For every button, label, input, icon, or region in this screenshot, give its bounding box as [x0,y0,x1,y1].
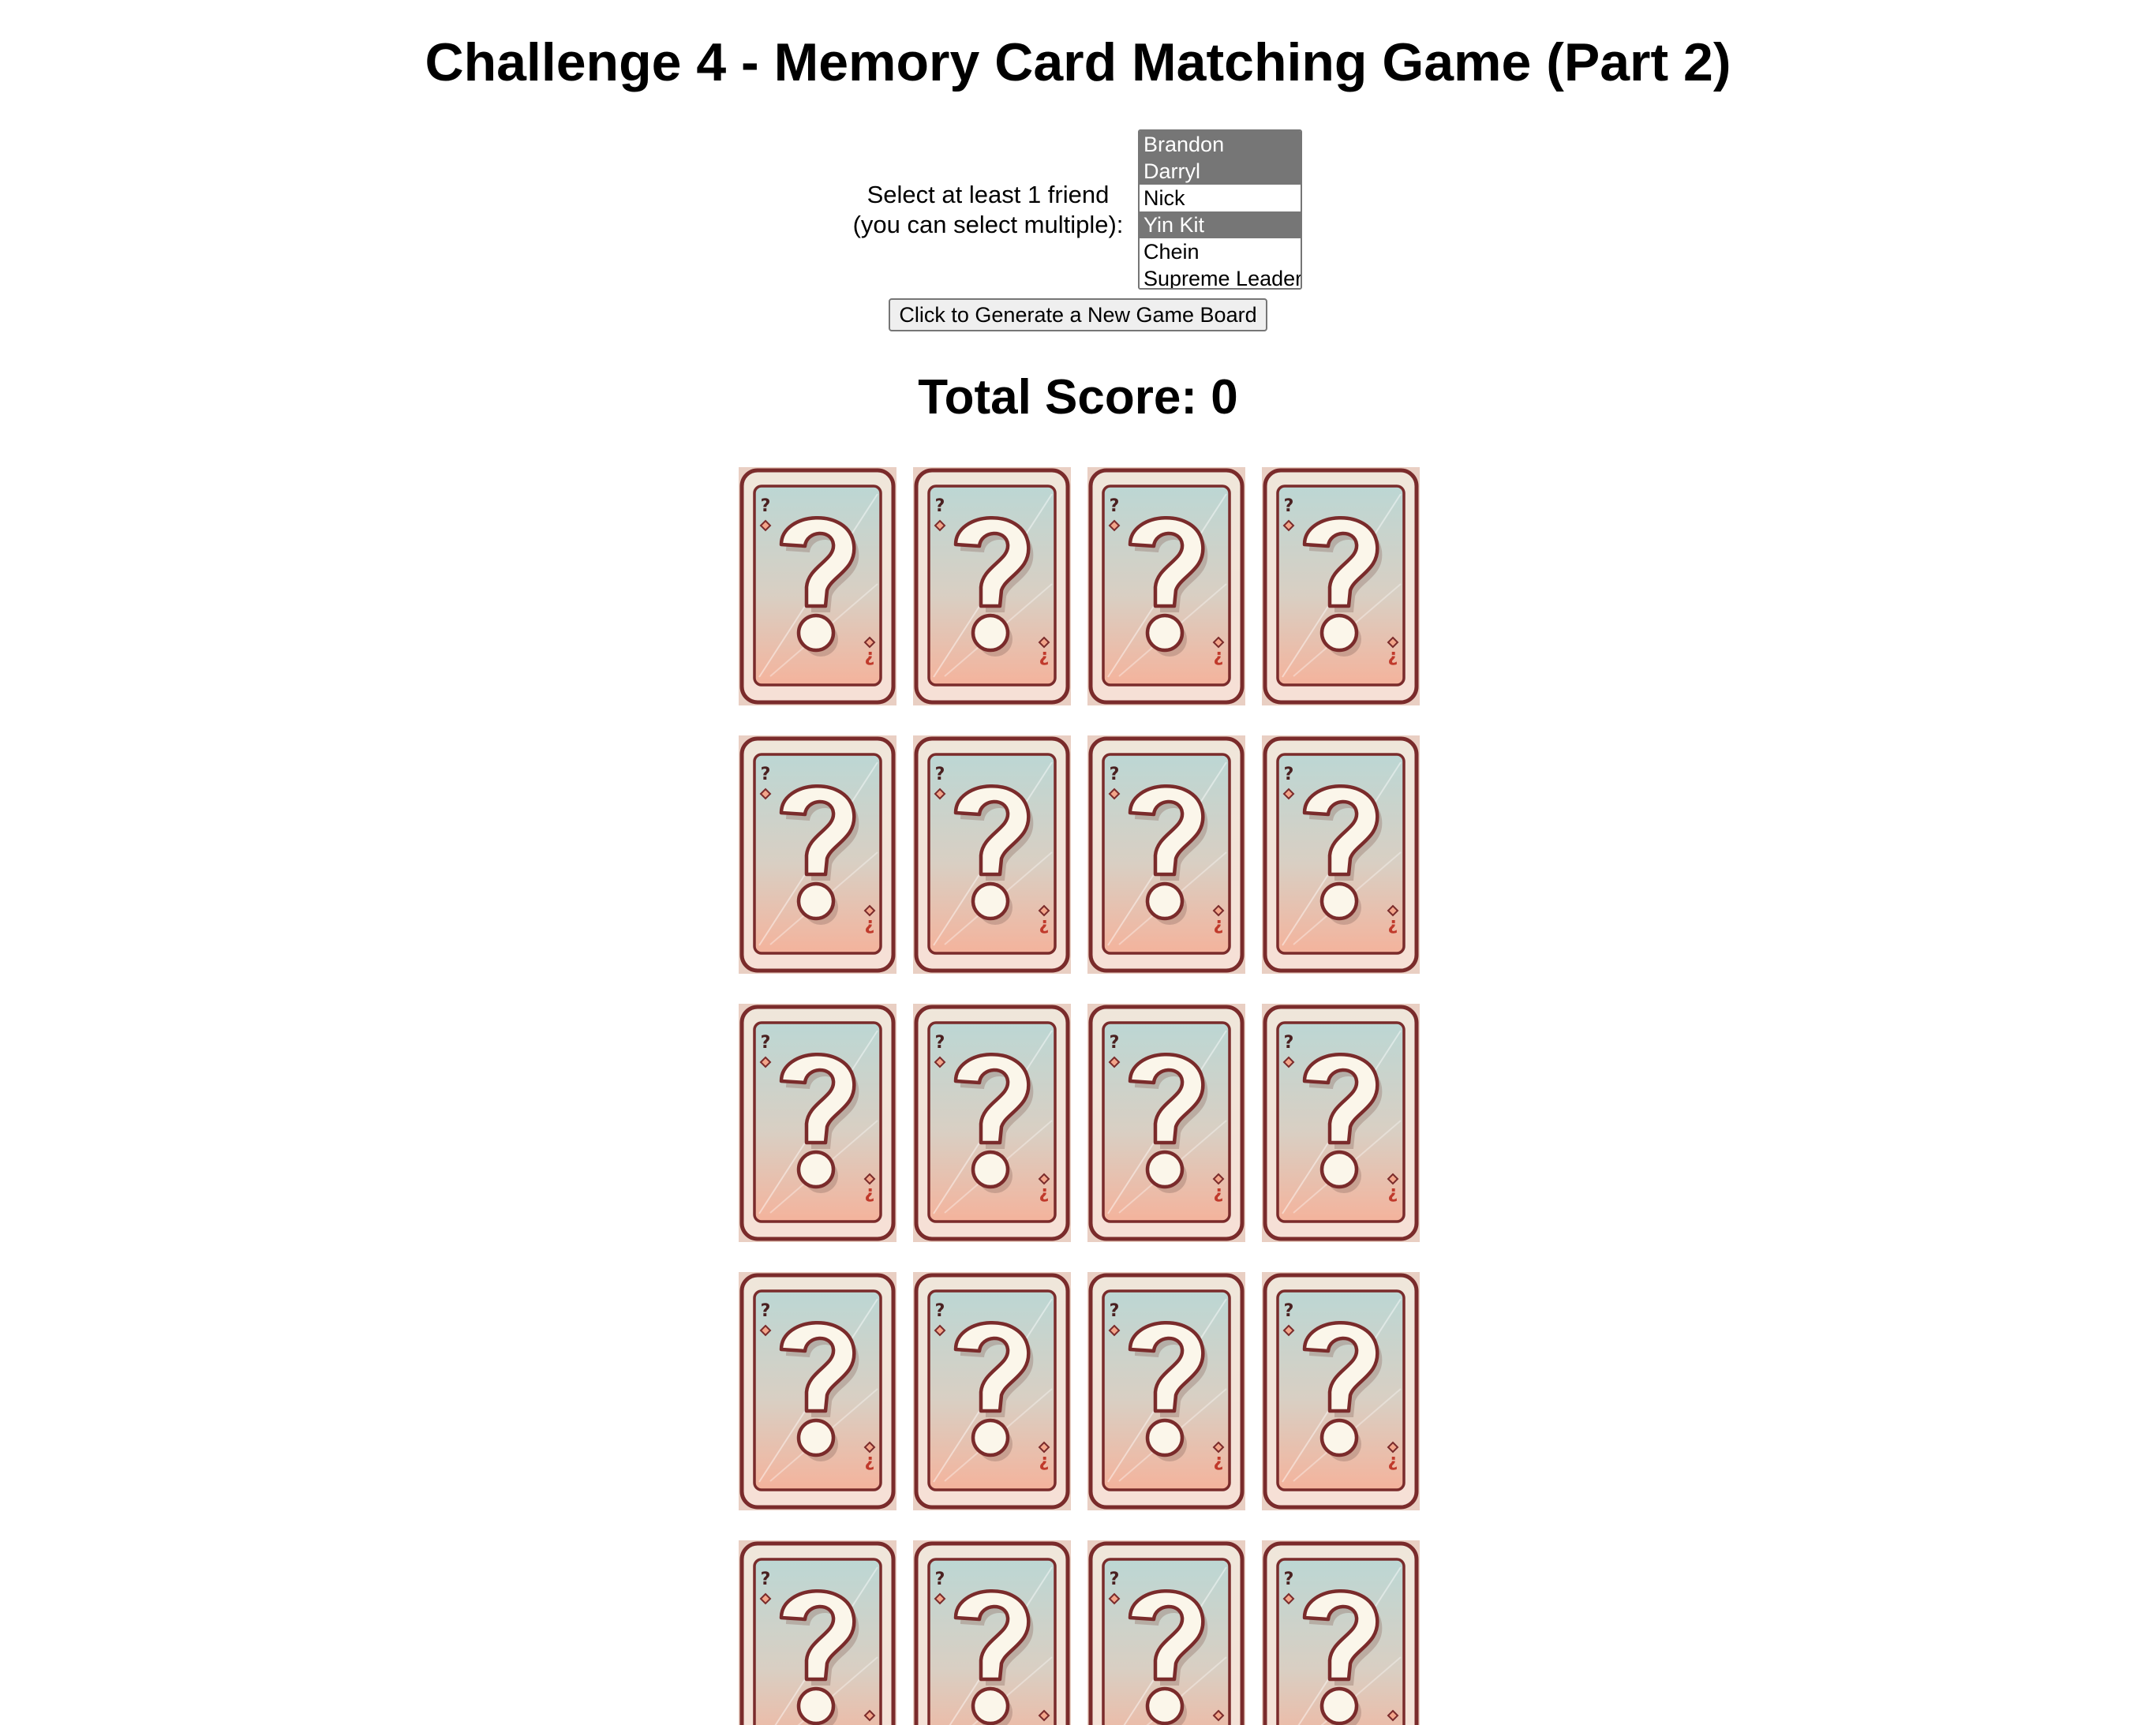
question-mark-card-back-icon [739,1272,896,1510]
question-mark-card-back-icon [1087,1540,1245,1725]
memory-card[interactable] [913,1272,1071,1510]
memory-card[interactable] [1087,1004,1245,1242]
memory-card[interactable] [913,467,1071,705]
question-mark-card-back-icon [1087,467,1245,705]
friend-option[interactable]: Darryl [1140,158,1301,185]
question-mark-card-back-icon [1262,1540,1420,1725]
memory-card[interactable] [913,1540,1071,1725]
question-mark-card-back-icon [1087,1272,1245,1510]
friend-option[interactable]: Supreme Leader [1140,265,1301,288]
memory-card[interactable] [1087,1272,1245,1510]
question-mark-card-back-icon [739,735,896,974]
memory-card[interactable] [913,1004,1071,1242]
page-title: Challenge 4 - Memory Card Matching Game … [425,32,1731,92]
question-mark-card-back-icon [739,1540,896,1725]
question-mark-card-back-icon [1087,1004,1245,1242]
question-mark-card-back-icon [913,1004,1071,1242]
question-mark-card-back-icon [913,1540,1071,1725]
question-mark-card-back-icon [739,467,896,705]
memory-card[interactable] [1087,467,1245,705]
memory-card[interactable] [1262,467,1420,705]
generate-board-button[interactable]: Click to Generate a New Game Board [889,298,1267,331]
question-mark-card-back-icon [739,1004,896,1242]
memory-card[interactable] [1087,1540,1245,1725]
friend-select-label: Select at least 1 friend (you can select… [841,180,1135,240]
question-mark-card-back-icon [1262,1004,1420,1242]
memory-card[interactable] [1262,735,1420,974]
friend-option[interactable]: Chein [1140,238,1301,265]
memory-card[interactable] [1087,735,1245,974]
memory-card[interactable] [739,1004,896,1242]
friend-option[interactable]: Brandon [1140,131,1301,158]
memory-card[interactable] [739,735,896,974]
total-score: Total Score: 0 [918,370,1238,425]
question-mark-card-back-icon [1262,1272,1420,1510]
memory-card[interactable] [739,1272,896,1510]
memory-card[interactable] [1262,1272,1420,1510]
question-mark-card-back-icon [913,1272,1071,1510]
question-mark-card-back-icon [1262,467,1420,705]
friend-option[interactable]: Yin Kit [1140,211,1301,238]
friend-multiselect[interactable]: Brandon Darryl Nick Yin Kit Chein Supreme Lea… [1138,129,1302,290]
friend-select-label-line1: Select at least 1 friend [867,181,1110,208]
question-mark-card-back-icon [1262,735,1420,974]
memory-card[interactable] [1262,1004,1420,1242]
friend-select-label-line2: (you can select multiple): [852,211,1124,238]
memory-card[interactable] [739,467,896,705]
question-mark-card-back-icon [1087,735,1245,974]
friend-option[interactable]: Nick [1140,185,1301,211]
question-mark-card-back-icon [913,735,1071,974]
question-mark-card-back-icon [913,467,1071,705]
memory-card[interactable] [739,1540,896,1725]
memory-card[interactable] [913,735,1071,974]
memory-card[interactable] [1262,1540,1420,1725]
